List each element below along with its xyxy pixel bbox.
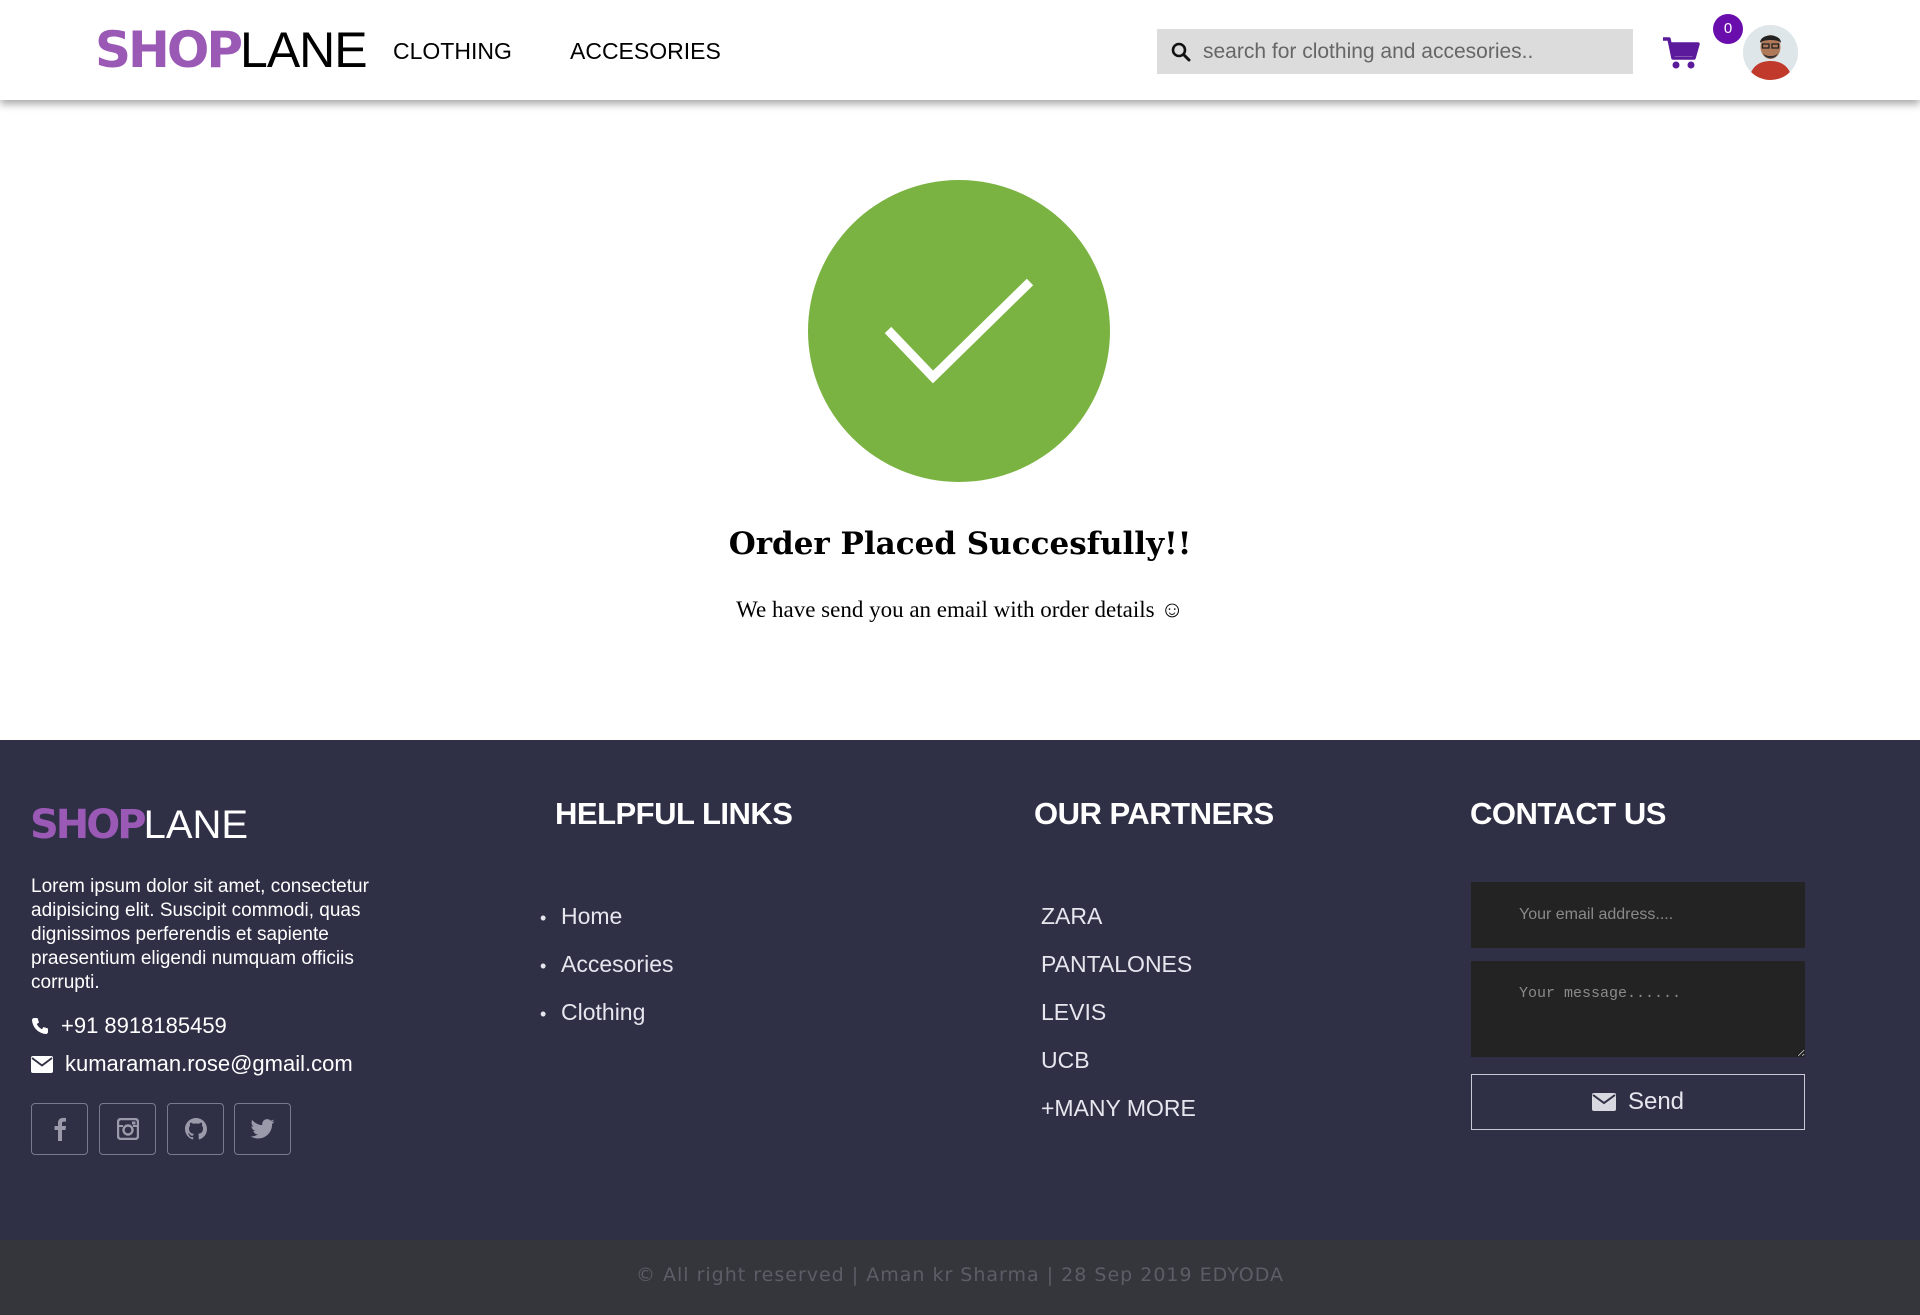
envelope-icon xyxy=(31,1055,53,1073)
contact-message-textarea[interactable] xyxy=(1471,961,1805,1057)
check-circle-icon xyxy=(808,180,1110,482)
footer-email-text[interactable]: kumaraman.rose@gmail.com xyxy=(65,1051,353,1077)
our-partners-heading: OUR PARTNERS xyxy=(1034,796,1274,831)
facebook-icon xyxy=(54,1117,66,1141)
footer-email: kumaraman.rose@gmail.com xyxy=(31,1051,353,1077)
contact-email-input[interactable] xyxy=(1471,882,1805,948)
search-input[interactable] xyxy=(1203,39,1623,64)
footer-about-text: Lorem ipsum dolor sit amet, consectetur … xyxy=(31,876,369,993)
search-icon xyxy=(1171,42,1191,61)
partners-list: ZARA PANTALONES LEVIS UCB +MANY MORE xyxy=(1041,892,1196,1132)
footer-phone-text: +91 8918185459 xyxy=(61,1013,227,1038)
cart-button[interactable] xyxy=(1662,36,1700,75)
partner-ucb[interactable]: UCB xyxy=(1041,1036,1196,1084)
top-navbar: SHOPLANE CLOTHING ACCESORIES 0 xyxy=(0,0,1920,100)
twitter-icon xyxy=(250,1119,274,1139)
nav-accesories-link[interactable]: ACCESORIES xyxy=(570,38,721,65)
search-bar xyxy=(1157,29,1633,74)
cart-count-badge: 0 xyxy=(1713,14,1743,44)
order-success-title: Order Placed Succesfully!! xyxy=(728,526,1192,562)
footer-logo[interactable]: SHOPLANE xyxy=(30,802,248,848)
phone-icon xyxy=(32,1018,48,1034)
facebook-button[interactable] xyxy=(31,1103,88,1155)
github-button[interactable] xyxy=(167,1103,224,1155)
footer-link-home[interactable]: Home xyxy=(540,892,673,940)
instagram-icon xyxy=(116,1118,139,1140)
user-avatar[interactable] xyxy=(1743,25,1798,80)
site-footer: SHOPLANE Lorem ipsum dolor sit amet, con… xyxy=(0,740,1920,1240)
envelope-icon xyxy=(1591,1093,1616,1111)
order-success-message: We have send you an email with order det… xyxy=(736,597,1184,622)
twitter-button[interactable] xyxy=(234,1103,291,1155)
footer-link-clothing-label: Clothing xyxy=(561,999,646,1025)
copyright-bar: © All right reserved | Aman kr Sharma | … xyxy=(0,1240,1920,1315)
github-icon xyxy=(184,1118,207,1140)
partner-many-more[interactable]: +MANY MORE xyxy=(1041,1084,1196,1132)
copyright-text: © All right reserved | Aman kr Sharma | … xyxy=(635,1264,1285,1286)
logo-lane-text: LANE xyxy=(240,22,368,78)
contact-us-heading: CONTACT US xyxy=(1470,796,1666,831)
footer-link-home-label: Home xyxy=(561,903,623,929)
footer-logo-lane-text: LANE xyxy=(143,803,249,847)
footer-link-accesories-label: Accesories xyxy=(561,951,674,977)
footer-logo-shop-text: SHOP xyxy=(30,802,147,848)
footer-phone: +91 8918185459 xyxy=(31,1013,227,1039)
footer-link-accesories[interactable]: Accesories xyxy=(540,940,673,988)
shopping-cart-icon xyxy=(1663,37,1700,69)
helpful-links-heading: HELPFUL LINKS xyxy=(555,796,793,831)
partner-pantalones[interactable]: PANTALONES xyxy=(1041,940,1196,988)
send-button[interactable]: Send xyxy=(1471,1074,1805,1130)
shoplane-logo[interactable]: SHOPLANE xyxy=(95,21,368,79)
nav-clothing-link[interactable]: CLOTHING xyxy=(393,38,512,65)
footer-link-clothing[interactable]: Clothing xyxy=(540,988,673,1036)
instagram-button[interactable] xyxy=(99,1103,156,1155)
logo-shop-text: SHOP xyxy=(95,21,243,79)
partner-levis[interactable]: LEVIS xyxy=(1041,988,1196,1036)
avatar-image xyxy=(1743,25,1798,80)
partner-zara[interactable]: ZARA xyxy=(1041,892,1196,940)
helpful-links-list: Home Accesories Clothing xyxy=(540,892,673,1036)
send-button-label: Send xyxy=(1627,1088,1685,1115)
